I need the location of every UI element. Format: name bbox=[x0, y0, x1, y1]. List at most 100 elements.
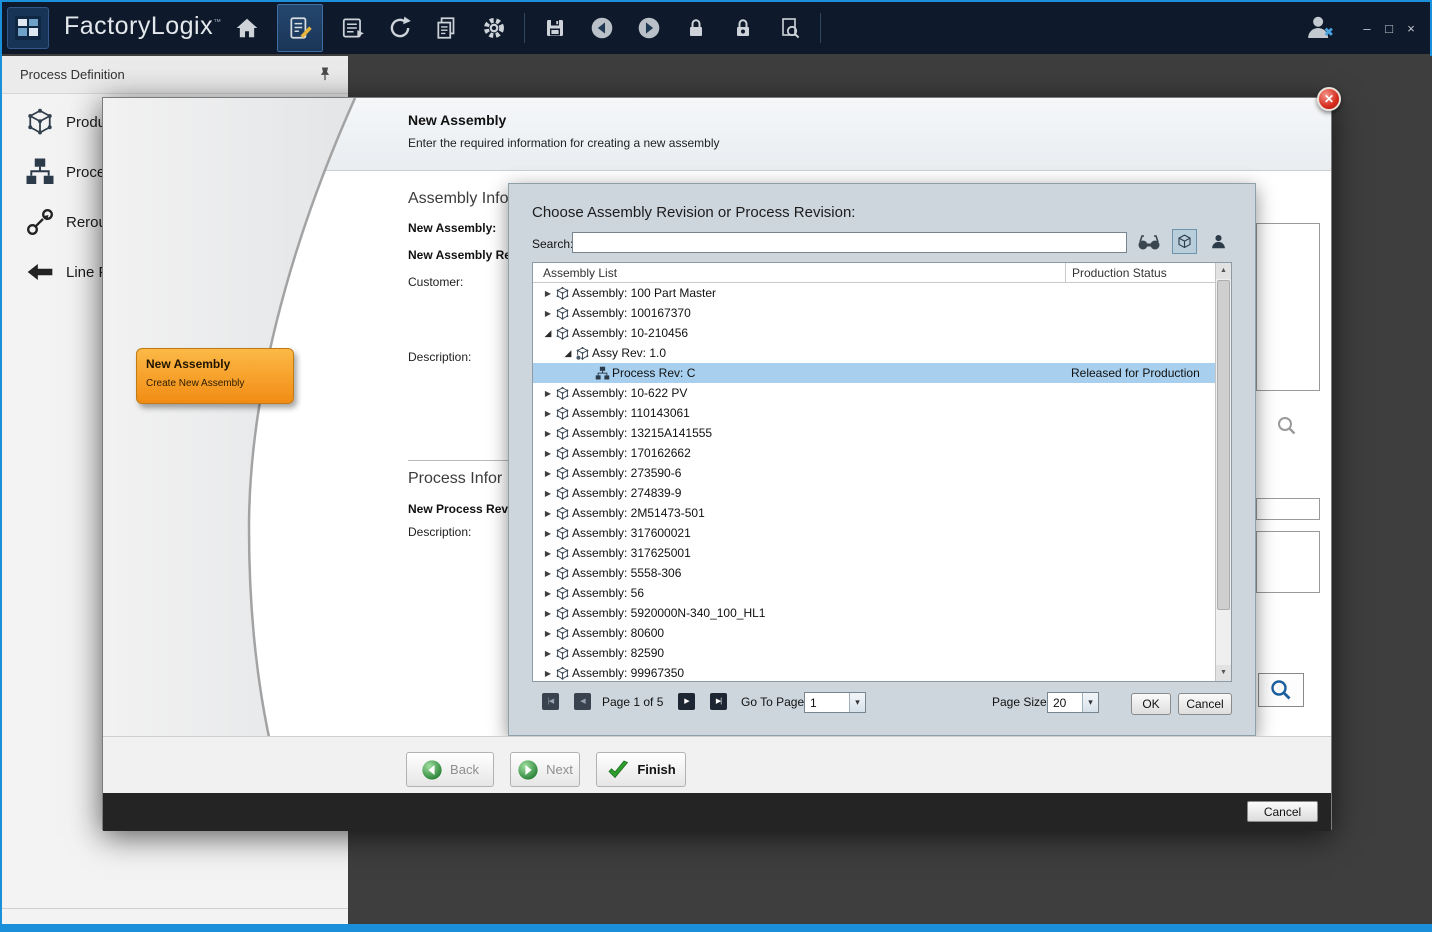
tree-toggle-icon[interactable]: ▶ bbox=[541, 469, 555, 478]
tree-toggle-icon[interactable]: ▶ bbox=[541, 389, 555, 398]
assembly-icon bbox=[555, 626, 572, 641]
close-button[interactable]: × bbox=[1400, 21, 1422, 36]
tree-toggle-icon[interactable]: ▶ bbox=[541, 489, 555, 498]
next-button[interactable]: Next bbox=[510, 752, 580, 787]
tree-row[interactable]: ▶Assembly: 317625001 bbox=[533, 543, 1215, 563]
minimize-button[interactable]: – bbox=[1356, 21, 1378, 36]
tree-toggle-icon[interactable]: ◢ bbox=[561, 348, 575, 359]
reports-icon[interactable] bbox=[430, 11, 464, 45]
tree-row[interactable]: ▶Assembly: 99967350 bbox=[533, 663, 1215, 681]
tree-row[interactable]: ▶ Assembly: 100 Part Master bbox=[533, 283, 1215, 303]
tree-row[interactable]: ▶Assembly: 274839-9 bbox=[533, 483, 1215, 503]
tree-row-label: Assembly: 170162662 bbox=[572, 446, 691, 460]
tree-toggle-icon[interactable]: ▶ bbox=[541, 289, 555, 298]
dialog-footer: Cancel bbox=[103, 793, 1331, 831]
user-logout-icon[interactable] bbox=[1302, 11, 1338, 45]
process-definition-tab[interactable] bbox=[277, 4, 323, 52]
assembly-icon bbox=[555, 406, 572, 421]
customer-view-toggle[interactable] bbox=[1206, 229, 1231, 254]
scroll-up-icon[interactable]: ▲ bbox=[1216, 263, 1231, 279]
back-button[interactable]: Back bbox=[406, 752, 494, 787]
main-toolbar bbox=[230, 2, 821, 54]
search-input[interactable] bbox=[572, 232, 1127, 253]
tree-toggle-icon[interactable]: ▶ bbox=[541, 589, 555, 598]
tree-row-label: Assembly: 80600 bbox=[572, 626, 664, 640]
last-page-button[interactable]: ▶| bbox=[710, 693, 727, 710]
tree-row[interactable]: ▶ Assembly: 170162662 bbox=[533, 443, 1215, 463]
dialog-close-icon[interactable]: ✕ bbox=[1317, 87, 1341, 111]
save-icon[interactable] bbox=[538, 11, 572, 45]
undo-icon[interactable] bbox=[585, 11, 619, 45]
description2-label: Description: bbox=[408, 525, 471, 539]
tree-toggle-icon[interactable]: ▶ bbox=[541, 529, 555, 538]
tree-row[interactable]: ▶ Assembly: 13215A141555 bbox=[533, 423, 1215, 443]
page-size-select[interactable]: 20▾ bbox=[1047, 692, 1099, 713]
dialog-cancel-button[interactable]: Cancel bbox=[1247, 801, 1318, 822]
lock-icon[interactable] bbox=[679, 11, 713, 45]
scroll-thumb[interactable] bbox=[1217, 280, 1230, 610]
assembly-view-toggle[interactable] bbox=[1172, 229, 1197, 254]
goto-page-label: Go To Page bbox=[741, 695, 804, 709]
tree-row[interactable]: ▶ Assembly: 80600 bbox=[533, 623, 1215, 643]
tree-row-label: Assembly: 13215A141555 bbox=[572, 426, 712, 440]
customer-list-field[interactable] bbox=[1256, 223, 1320, 391]
maximize-button[interactable]: □ bbox=[1378, 21, 1400, 36]
column-assembly-list[interactable]: Assembly List bbox=[543, 266, 617, 280]
tree-row[interactable]: ▶Assembly: 273590-6 bbox=[533, 463, 1215, 483]
tree-toggle-icon[interactable]: ▶ bbox=[541, 609, 555, 618]
tree-row[interactable]: ▶Assembly: 2M51473-501 bbox=[533, 503, 1215, 523]
tree-toggle-icon[interactable]: ▶ bbox=[541, 309, 555, 318]
toolbar-divider bbox=[820, 13, 821, 43]
production-icon[interactable] bbox=[336, 11, 370, 45]
search-button[interactable] bbox=[1258, 673, 1304, 707]
tree-row-label: Assembly: 100 Part Master bbox=[572, 286, 716, 300]
tree-row[interactable]: ▶Assembly: 110143061 bbox=[533, 403, 1215, 423]
redo-icon[interactable] bbox=[632, 11, 666, 45]
vertical-scrollbar[interactable]: ▲ ▼ bbox=[1215, 263, 1231, 681]
tree-toggle-icon[interactable]: ▶ bbox=[541, 569, 555, 578]
tree-toggle-icon[interactable]: ▶ bbox=[541, 449, 555, 458]
popup-cancel-button[interactable]: Cancel bbox=[1178, 693, 1232, 715]
tree-toggle-icon[interactable]: ▶ bbox=[541, 409, 555, 418]
tree-row[interactable]: ▶Assembly: 100167370 bbox=[533, 303, 1215, 323]
pin-icon[interactable] bbox=[318, 66, 332, 87]
tree-row-label: Process Rev: C bbox=[612, 366, 695, 380]
unlock-icon[interactable] bbox=[726, 11, 760, 45]
tree-toggle-icon[interactable]: ▶ bbox=[541, 669, 555, 678]
new-assembly-label: New Assembly: bbox=[408, 221, 496, 235]
tree-row[interactable]: ▶Assembly: 82590 bbox=[533, 643, 1215, 663]
tree-toggle-icon[interactable]: ▶ bbox=[541, 549, 555, 558]
tree-row[interactable]: ▶Assembly: 5558-306 bbox=[533, 563, 1215, 583]
tree-toggle-icon[interactable]: ▶ bbox=[541, 629, 555, 638]
tree-row[interactable]: Process Rev: CReleased for Production bbox=[533, 363, 1215, 383]
process-rev-field[interactable] bbox=[1256, 498, 1320, 520]
tree-toggle-icon[interactable]: ◢ bbox=[541, 328, 555, 339]
audit-search-icon[interactable] bbox=[773, 11, 807, 45]
line-process-icon bbox=[22, 254, 58, 290]
titlebar-right: – □ × bbox=[1302, 2, 1422, 54]
first-page-button[interactable]: |◀ bbox=[542, 693, 559, 710]
goto-page-select[interactable]: 1▾ bbox=[804, 692, 866, 713]
binoculars-icon[interactable] bbox=[1136, 232, 1162, 254]
home-icon[interactable] bbox=[230, 11, 264, 45]
ok-button[interactable]: OK bbox=[1131, 693, 1171, 715]
tree-row[interactable]: ▶Assembly: 317600021 bbox=[533, 523, 1215, 543]
tree-row[interactable]: ▶Assembly: 56 bbox=[533, 583, 1215, 603]
tree-toggle-icon[interactable]: ▶ bbox=[541, 509, 555, 518]
settings-gear-icon[interactable] bbox=[477, 11, 511, 45]
sync-icon[interactable] bbox=[383, 11, 417, 45]
next-page-button[interactable]: ▶ bbox=[678, 693, 695, 710]
tree-row[interactable]: ▶Assembly: 10-622 PV bbox=[533, 383, 1215, 403]
column-production-status[interactable]: Production Status bbox=[1065, 263, 1167, 283]
prev-page-button[interactable]: ◀ bbox=[574, 693, 591, 710]
tree-row[interactable]: ◢Assy Rev: 1.0 bbox=[533, 343, 1215, 363]
tree-toggle-icon[interactable]: ▶ bbox=[541, 429, 555, 438]
wizard-step-new-assembly[interactable]: New Assembly Create New Assembly bbox=[136, 348, 294, 404]
tree-row[interactable]: ▶Assembly: 5920000N-340_100_HL1 bbox=[533, 603, 1215, 623]
tree-row[interactable]: ◢Assembly: 10-210456 bbox=[533, 323, 1215, 343]
scroll-down-icon[interactable]: ▼ bbox=[1216, 665, 1231, 681]
finish-button[interactable]: Finish bbox=[596, 752, 686, 787]
description-field[interactable] bbox=[1256, 531, 1320, 593]
reroute-icon bbox=[22, 204, 58, 240]
tree-toggle-icon[interactable]: ▶ bbox=[541, 649, 555, 658]
